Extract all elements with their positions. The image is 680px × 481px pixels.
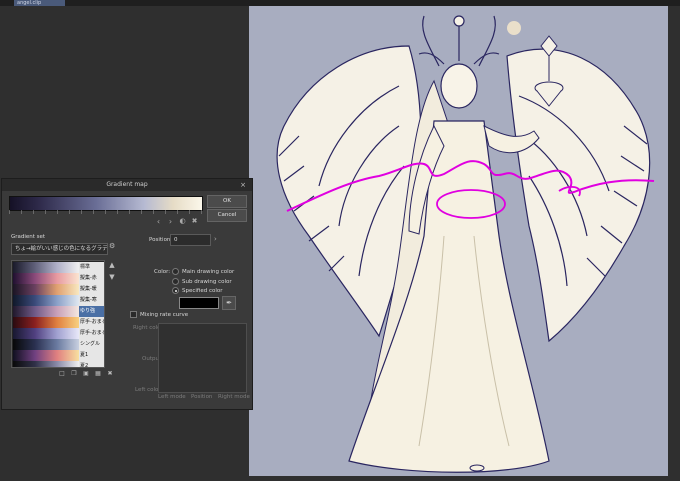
gradient-map-dialog: Gradient map × OK Cancel ‹ › ◐ ✖ Positio… <box>1 178 253 410</box>
list-item[interactable]: 夏2 <box>13 361 104 367</box>
specified-color-radio[interactable] <box>172 287 179 294</box>
list-label: 擬集-赤 <box>79 273 104 284</box>
copy-icon[interactable]: ▣ <box>82 370 90 378</box>
list-label: 夏1 <box>79 350 104 361</box>
axis-label-position: Position <box>191 394 213 400</box>
position-input[interactable]: 0 <box>170 234 211 246</box>
paste-icon[interactable]: ▦ <box>94 370 102 378</box>
eyedropper-icon[interactable]: ✒ <box>222 296 236 310</box>
sub-color-option: Sub drawing color <box>182 279 232 285</box>
main-color-option: Main drawing color <box>182 269 235 275</box>
list-label: シングル <box>79 339 104 350</box>
settings-icon[interactable]: ⚙ <box>109 242 115 250</box>
list-swatch <box>13 295 79 306</box>
trash-icon[interactable]: ✖ <box>190 217 199 226</box>
list-label: ゆり強 <box>79 306 104 317</box>
mixing-rate-checkbox[interactable] <box>130 311 137 318</box>
right-wing <box>506 48 651 343</box>
list-swatch <box>13 361 79 367</box>
list-label: 厚手-おまる <box>79 317 104 328</box>
move-down-icon[interactable]: ▼ <box>108 273 116 281</box>
list-item[interactable]: 厚手-おまる弱 <box>13 328 104 339</box>
list-label: 夏2 <box>79 361 104 367</box>
crown <box>418 15 500 67</box>
chevron-left-icon[interactable]: ‹ <box>154 217 163 226</box>
gradient-node-track[interactable] <box>9 210 203 214</box>
sub-color-radio[interactable] <box>172 278 179 285</box>
list-swatch <box>13 262 79 273</box>
gradient-preview-bar[interactable] <box>9 196 203 211</box>
color-label: Color: <box>154 269 171 275</box>
left-color-label: Left color <box>135 387 161 393</box>
list-item[interactable]: ゆり強 <box>13 306 104 317</box>
specified-color-option: Specified color <box>182 288 223 294</box>
list-swatch <box>13 284 79 295</box>
mixing-rate-label: Mixing rate curve <box>140 312 189 318</box>
specified-color-swatch[interactable] <box>179 297 219 309</box>
cancel-button[interactable]: Cancel <box>207 209 247 222</box>
invert-icon[interactable]: ◐ <box>178 217 187 226</box>
list-swatch <box>13 306 79 317</box>
drawing-canvas[interactable] <box>249 6 668 476</box>
list-label: 標準 <box>79 262 104 273</box>
chevron-right-icon[interactable]: › <box>214 235 217 243</box>
main-color-radio[interactable] <box>172 268 179 275</box>
list-item[interactable]: 夏1 <box>13 350 104 361</box>
foot <box>469 464 485 472</box>
gradient-list[interactable]: 標準 擬集-赤 擬集-暖 擬集-寒 ゆり強 厚手-おまる 厚手-おまる弱 シング… <box>11 260 105 368</box>
list-item[interactable]: シングル <box>13 339 104 350</box>
list-label: 厚手-おまる弱 <box>79 328 104 339</box>
head <box>440 63 478 109</box>
list-label: 擬集-暖 <box>79 284 104 295</box>
axis-label-left: Left mode <box>158 394 186 400</box>
trash-icon[interactable]: ✖ <box>106 370 114 378</box>
dialog-title: Gradient map <box>2 179 252 191</box>
list-swatch <box>13 328 79 339</box>
gradient-set-label: Gradient set <box>11 234 46 240</box>
list-item[interactable]: 擬集-寒 <box>13 295 104 306</box>
illustration <box>276 15 655 473</box>
list-item[interactable]: 標準 <box>13 262 104 273</box>
list-swatch <box>13 317 79 328</box>
list-item[interactable]: 厚手-おまる <box>13 317 104 328</box>
list-item[interactable]: 擬集-暖 <box>13 284 104 295</box>
list-swatch <box>13 339 79 350</box>
move-up-icon[interactable]: ▲ <box>108 261 116 269</box>
list-swatch <box>13 350 79 361</box>
close-icon[interactable]: × <box>238 180 248 190</box>
ok-button[interactable]: OK <box>207 195 247 208</box>
axis-label-right: Right mode <box>218 394 250 400</box>
list-toolbar: □ ❐ ▣ ▦ ✖ <box>58 370 122 378</box>
duplicate-icon[interactable]: ❐ <box>70 370 78 378</box>
new-gradient-icon[interactable]: □ <box>58 370 66 378</box>
list-item[interactable]: 擬集-赤 <box>13 273 104 284</box>
position-label: Position: <box>149 237 173 243</box>
mixing-curve-graph[interactable] <box>158 323 247 393</box>
list-swatch <box>13 273 79 284</box>
gradient-set-select[interactable]: ちょ→絵がいい感じの色になるグラデーションマップ <box>11 243 108 255</box>
list-label: 擬集-寒 <box>79 295 104 306</box>
orb <box>507 21 521 35</box>
chevron-right-icon[interactable]: › <box>166 217 175 226</box>
